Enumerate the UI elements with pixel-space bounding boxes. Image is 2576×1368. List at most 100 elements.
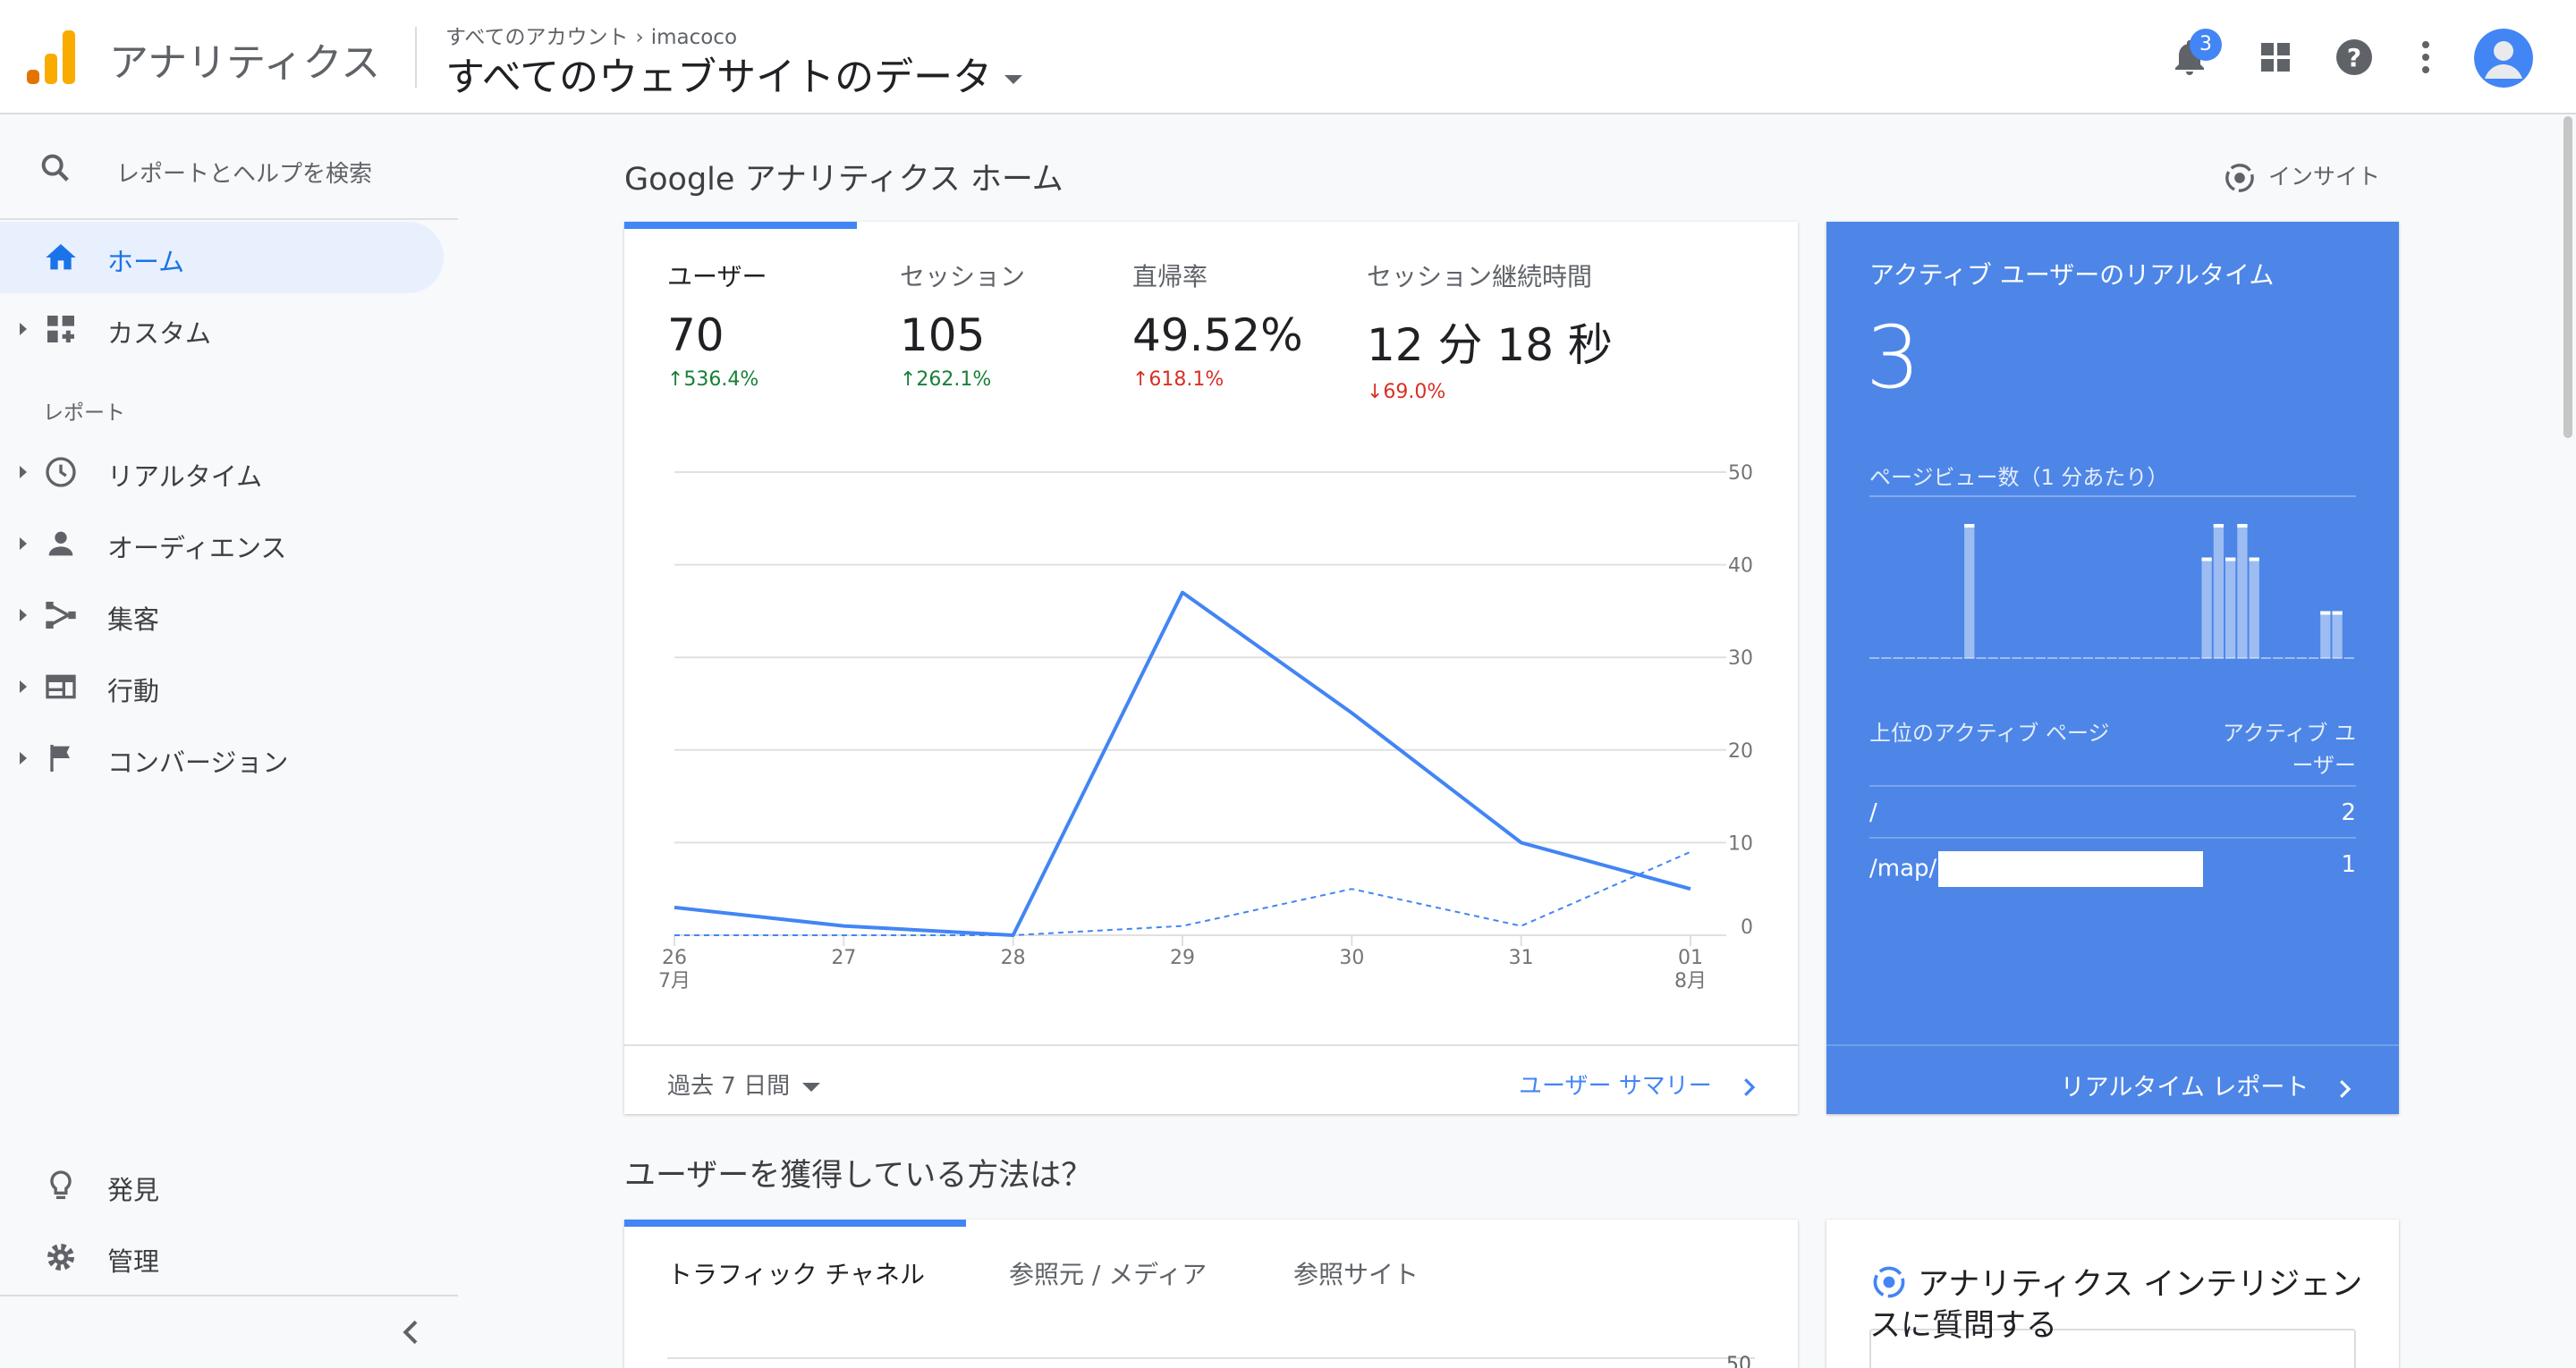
pageviews-bar-chart: [1869, 524, 2354, 659]
page-active-users: 1: [2341, 851, 2356, 878]
metric-value: 12 分 18 秒: [1367, 319, 1613, 371]
y-tick-label: 30: [1728, 647, 1753, 670]
redacted-text: [1938, 851, 2204, 887]
help-icon[interactable]: ?: [2333, 36, 2376, 79]
sidebar-item-label: 集客: [107, 604, 160, 635]
pageview-bar-cap: [2332, 611, 2343, 615]
pageview-bar: [1964, 524, 1975, 658]
realtime-page-row[interactable]: /map/ 1: [1869, 837, 2356, 889]
page-title: Google アナリティクス ホーム: [624, 162, 1063, 198]
realtime-card: アクティブ ユーザーのリアルタイム 3 ページビュー数（1 分あたり） 上位のア…: [1826, 222, 2399, 1114]
tab-traffic-channel[interactable]: トラフィック チャネル: [667, 1255, 925, 1291]
metric-tab-sessions[interactable]: セッション 105 ↑262.1%: [900, 258, 1025, 391]
metric-tab-users[interactable]: ユーザー 70 ↑536.4%: [667, 258, 767, 391]
metric-tab-bounce-rate[interactable]: 直帰率 49.52% ↑618.1%: [1132, 258, 1303, 391]
realtime-report-label: リアルタイム レポート: [2060, 1074, 2309, 1102]
sidebar-item-realtime[interactable]: リアルタイム: [0, 436, 444, 508]
top-bar: アナリティクス すべてのアカウント › imacoco すべてのウェブサイトのデータ…: [0, 0, 2576, 114]
home-icon: [46, 244, 76, 270]
pageviews-divider: [1869, 495, 2356, 497]
pageview-bar-cap: [2249, 557, 2259, 562]
sidebar-item-label: オーディエンス: [107, 533, 287, 563]
sidebar-item-admin[interactable]: 管理: [0, 1221, 444, 1293]
sidebar-item-custom[interactable]: カスタム: [0, 293, 444, 365]
realtime-page-row[interactable]: / 2: [1869, 785, 2356, 837]
notification-count-badge: 3: [2190, 29, 2222, 61]
sidebar-item-audience[interactable]: オーディエンス: [0, 508, 444, 579]
report-search[interactable]: レポートとヘルプを検索: [0, 116, 458, 220]
insights-button[interactable]: インサイト: [2222, 159, 2380, 196]
acquisition-section-title: ユーザーを獲得している方法は？: [624, 1158, 1093, 1194]
metric-change: ↓69.0%: [1367, 381, 1446, 403]
more-vert-icon[interactable]: [2404, 36, 2447, 79]
page-path: /: [1869, 799, 1877, 826]
x-tick-label: 27: [831, 947, 856, 969]
realtime-report-link[interactable]: リアルタイム レポート: [2061, 1068, 2358, 1102]
intelligence-title-text: アナリティクス インテリジェンスに質問する: [1869, 1267, 2363, 1344]
metric-change: ↑536.4%: [667, 368, 759, 391]
x-tick-label: 28: [1001, 947, 1026, 969]
x-tick-sublabel: 8月: [1674, 970, 1707, 992]
metric-tab-session-duration[interactable]: セッション継続時間 12 分 18 秒 ↓69.0%: [1367, 258, 1613, 403]
active-users-header: アクティブ ユーザー: [2223, 721, 2356, 778]
metric-change: ↑262.1%: [900, 368, 992, 391]
page-active-users: 2: [2341, 799, 2356, 826]
sidebar-item-discover[interactable]: 発見: [0, 1150, 444, 1221]
sidebar-item-home[interactable]: ホーム: [0, 222, 444, 293]
sidebar-item-label: リアルタイム: [107, 461, 263, 492]
x-tick-label: 29: [1170, 947, 1195, 969]
tab-referrals[interactable]: 参照サイト: [1293, 1255, 1419, 1291]
date-range-label: 過去 7 日間: [667, 1073, 791, 1100]
view-selector[interactable]: すべてのウェブサイトのデータ: [445, 45, 1023, 102]
y-tick-label: 50: [1728, 462, 1753, 485]
expand-arrow-icon: [20, 680, 27, 693]
chevron-right-icon: [1744, 1077, 1756, 1096]
pageview-bar-cap: [2320, 611, 2331, 615]
caret-down-icon: [1004, 75, 1023, 84]
web-window-icon: [46, 674, 76, 699]
view-title: すべてのウェブサイトのデータ: [445, 55, 993, 100]
collapse-sidebar-chevron-icon[interactable]: [394, 1314, 429, 1350]
expand-arrow-icon: [20, 537, 27, 550]
intelligence-title: アナリティクス インテリジェンスに質問する: [1869, 1262, 2370, 1347]
clock-icon: [46, 457, 76, 487]
pageview-bar: [2237, 524, 2248, 658]
intelligence-icon: [1873, 1266, 1905, 1298]
expand-arrow-icon: [20, 466, 27, 478]
account-avatar[interactable]: [2474, 29, 2533, 88]
acquisition-card: 50: [624, 1220, 1798, 1368]
user-summary-link[interactable]: ユーザー サマリー: [1519, 1068, 1762, 1101]
sidebar-item-label: ホーム: [107, 247, 185, 277]
pageviews-per-minute-label: ページビュー数（1 分あたり）: [1869, 465, 2169, 490]
lightbulb-icon: [50, 1170, 72, 1199]
y-tick-label: 20: [1728, 740, 1753, 763]
sidebar: レポートとヘルプを検索 ホーム カスタム レポート リアルタイム オーディエンス: [0, 116, 458, 1368]
sidebar-item-conversions[interactable]: コンバージョン: [0, 722, 444, 794]
metric-change: ↑618.1%: [1132, 368, 1224, 391]
search-icon: [41, 154, 69, 182]
series-line-current: [674, 590, 1691, 937]
pageview-bar: [2332, 611, 2343, 658]
y-tick-label: 0: [1741, 916, 1753, 939]
pageview-bar-cap: [2225, 557, 2236, 562]
metric-value: 105: [900, 309, 986, 361]
pageview-bar: [2213, 524, 2224, 658]
date-range-dropdown[interactable]: 過去 7 日間: [667, 1068, 821, 1101]
page-scrollbar[interactable]: [2563, 116, 2572, 438]
pageview-bar: [2320, 611, 2331, 658]
chart-gridline: [667, 1357, 1755, 1359]
top-pages-header: 上位のアクティブ ページ: [1869, 721, 2110, 746]
expand-arrow-icon: [20, 752, 27, 764]
apps-grid-icon[interactable]: [2254, 36, 2297, 79]
pageview-bar: [2225, 557, 2236, 658]
sidebar-item-acquisition[interactable]: 集客: [0, 579, 444, 651]
sidebar-item-label: 行動: [107, 676, 160, 706]
selected-metric-indicator: [624, 222, 857, 229]
merge-type-icon: [46, 602, 76, 629]
realtime-active-users: 3: [1866, 308, 1921, 408]
analytics-logo-icon: [27, 30, 77, 84]
pageview-bar-cap: [2213, 524, 2224, 528]
sidebar-item-behavior[interactable]: 行動: [0, 651, 444, 722]
tab-source-medium[interactable]: 参照元 / メディア: [1009, 1255, 1207, 1291]
search-placeholder: レポートとヘルプを検索: [116, 161, 373, 188]
